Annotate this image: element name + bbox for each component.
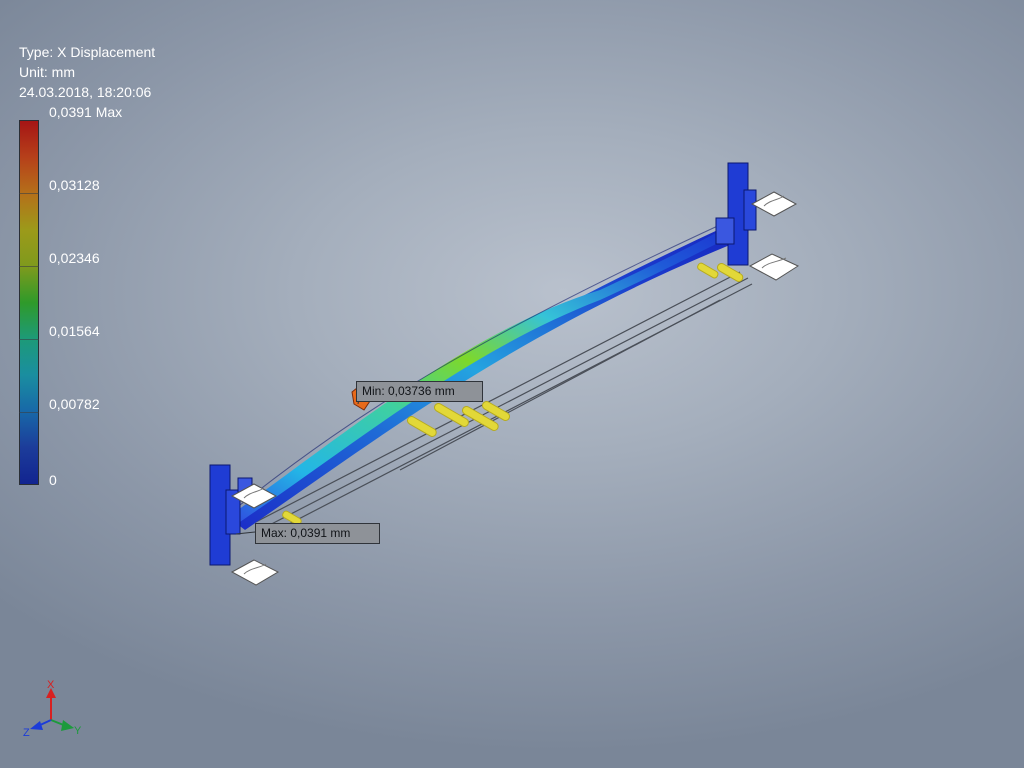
y-axis-arrow	[61, 720, 74, 731]
right-bracket	[715, 162, 757, 266]
support-frame	[249, 271, 753, 539]
deformed-beam	[232, 217, 742, 530]
load-arrows	[282, 262, 744, 526]
axis-triad[interactable]: X Y Z	[18, 678, 88, 740]
z-axis-label: Z	[23, 727, 30, 739]
model-viewport[interactable]	[0, 0, 1024, 768]
z-axis-arrow	[30, 721, 43, 730]
max-probe-label[interactable]: Max: 0,0391 mm	[255, 523, 380, 544]
min-probe-label[interactable]: Min: 0,03736 mm	[356, 381, 483, 402]
x-axis-label: X	[47, 679, 55, 691]
y-axis-label: Y	[74, 725, 82, 737]
